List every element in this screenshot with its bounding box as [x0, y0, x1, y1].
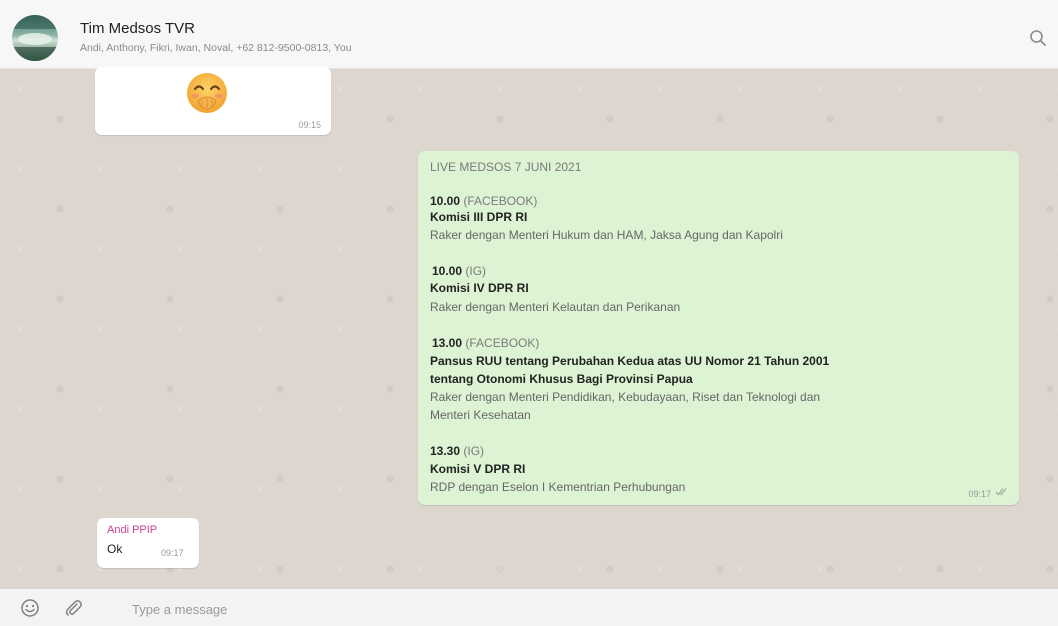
schedule-item-time-line: 13.00 (FACEBOOK) — [432, 335, 539, 351]
schedule-item-title: Komisi III DPR RI — [430, 210, 528, 224]
message-time: 09:17 — [968, 489, 991, 499]
schedule-item-title: Komisi V DPR RI — [430, 462, 526, 476]
schedule-item-time: 10.00 — [432, 264, 463, 278]
sender-name[interactable]: Andi PPIP — [107, 524, 157, 536]
schedule-item-title-line2: tentang Otonomi Khusus Bagi Provinsi Pap… — [430, 372, 693, 386]
schedule-item-time-line: 10.00 (FACEBOOK) — [430, 193, 537, 209]
hand-over-mouth-emoji-icon — [183, 71, 231, 115]
message-time: 09:17 — [161, 548, 184, 558]
emoji-icon[interactable] — [20, 598, 40, 618]
message-text: Ok — [107, 542, 123, 556]
chat-title[interactable]: Tim Medsos TVR — [80, 20, 195, 37]
schedule-item-desc: Raker dengan Menteri Hukum dan HAM, Jaks… — [430, 228, 783, 242]
schedule-item-desc-line2: Menteri Kesehatan — [430, 408, 531, 422]
schedule-item-platform: (IG) — [465, 264, 487, 278]
group-avatar[interactable] — [12, 15, 58, 61]
schedule-item-desc: Raker dengan Menteri Pendidikan, Kebuday… — [430, 390, 821, 404]
schedule-item-time-line: 10.00 (IG) — [432, 263, 486, 279]
schedule-item-platform: (FACEBOOK) — [463, 194, 538, 208]
double-check-icon — [995, 487, 1009, 498]
schedule-item-desc: Raker dengan Menteri Kelautan dan Perika… — [430, 300, 681, 314]
chat-area[interactable]: 09:15 LIVE MEDSOS 7 JUNI 2021 10.00 (FAC… — [0, 67, 1058, 589]
schedule-item-platform: (IG) — [463, 444, 485, 458]
sticker-message: 09:15 — [95, 67, 331, 135]
schedule-item-time: 13.30 — [430, 444, 461, 458]
schedule-header: LIVE MEDSOS 7 JUNI 2021 — [430, 160, 582, 174]
chat-header: Tim Medsos TVR Andi, Anthony, Fikri, Iwa… — [0, 0, 1058, 69]
schedule-item-title: Pansus RUU tentang Perubahan Kedua atas … — [430, 354, 830, 368]
schedule-item-desc: RDP dengan Eselon I Kementrian Perhubung… — [430, 480, 686, 494]
schedule-item-time: 10.00 — [430, 194, 461, 208]
schedule-item-title: Komisi IV DPR RI — [430, 281, 529, 295]
message-time: 09:15 — [298, 120, 321, 130]
outgoing-message: LIVE MEDSOS 7 JUNI 2021 10.00 (FACEBOOK)… — [418, 151, 1019, 505]
search-icon[interactable] — [1029, 29, 1047, 47]
group-members: Andi, Anthony, Fikri, Iwan, Noval, +62 8… — [80, 42, 352, 54]
message-input[interactable] — [130, 598, 1014, 620]
paperclip-icon[interactable] — [63, 598, 83, 618]
group-avatar-image — [12, 15, 58, 61]
message-composer — [0, 589, 1058, 626]
incoming-message: Andi PPIP Ok 09:17 — [97, 518, 199, 568]
schedule-item-time-line: 13.30 (IG) — [430, 443, 484, 459]
schedule-item-platform: (FACEBOOK) — [465, 336, 540, 350]
schedule-item-time: 13.00 — [432, 336, 463, 350]
